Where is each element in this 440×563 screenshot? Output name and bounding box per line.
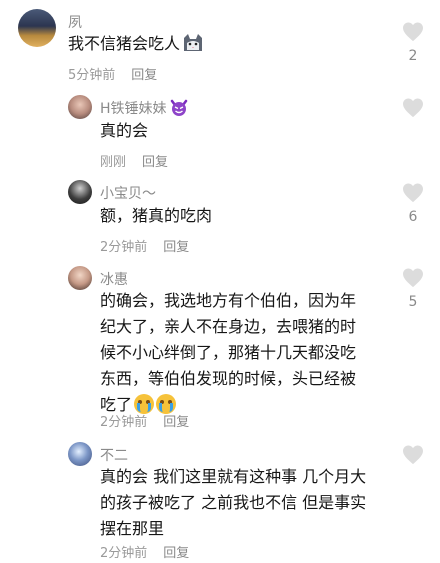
comment-meta: 5分钟前 回复	[68, 64, 157, 83]
like-button[interactable]	[401, 445, 425, 471]
heart-icon	[403, 183, 423, 203]
like-button[interactable]	[401, 98, 425, 124]
comment-text: 真的会	[100, 121, 149, 140]
reply-button[interactable]: 回复	[163, 240, 189, 255]
comment-username[interactable]: 冰惠	[100, 269, 128, 289]
heart-icon	[403, 22, 423, 42]
comment-text: 额，猪真的吃肉	[100, 206, 213, 225]
avatar[interactable]	[68, 95, 92, 119]
comment-meta: 2分钟前 回复	[100, 542, 189, 561]
like-button[interactable]: 2	[401, 22, 425, 64]
heart-icon	[403, 98, 423, 118]
comment-time: 刚刚	[100, 155, 127, 170]
heart-icon	[403, 268, 423, 288]
comment-username[interactable]: 不二	[100, 445, 128, 465]
reply-button[interactable]: 回复	[163, 415, 189, 430]
like-count: 6	[408, 209, 418, 225]
comment-time: 2分钟前	[100, 415, 148, 430]
comment-username[interactable]: H铁锤妹妹	[100, 98, 188, 118]
comment-text: 真的会 我们这里就有这种事 几个月大 的孩子被吃了 之前我也不信 但是事实 摆在…	[100, 467, 367, 538]
reply-button[interactable]: 回复	[131, 68, 157, 83]
comment-meta: 刚刚 回复	[100, 151, 168, 170]
comment-username[interactable]: 夙	[68, 12, 82, 32]
comment-time: 2分钟前	[100, 240, 148, 255]
comment-text: 我不信猪会吃人	[68, 31, 204, 57]
comment-time: 2分钟前	[100, 546, 148, 561]
devil-emoji-icon	[170, 99, 188, 116]
like-count: 2	[408, 48, 418, 64]
reply-button[interactable]: 回复	[142, 155, 168, 170]
comment-text: 的确会，我选地方有个伯伯，因为年 纪大了，亲人不在身边，去喂猪的时 候不小心绊倒…	[100, 291, 357, 414]
avatar[interactable]	[68, 442, 92, 466]
like-button[interactable]: 6	[401, 183, 425, 225]
reply-button[interactable]: 回复	[163, 546, 189, 561]
comment-meta: 2分钟前 回复	[100, 236, 189, 255]
avatar[interactable]	[68, 266, 92, 290]
comment-time: 5分钟前	[68, 68, 116, 83]
avatar[interactable]	[68, 180, 92, 204]
cat-emoji-icon	[182, 33, 204, 53]
like-button[interactable]: 5	[401, 268, 425, 310]
comment-username[interactable]: 小宝贝～	[100, 183, 156, 203]
comment-meta: 2分钟前 回复	[100, 411, 189, 430]
heart-icon	[403, 445, 423, 465]
like-count: 5	[408, 294, 418, 310]
avatar[interactable]	[18, 9, 56, 47]
